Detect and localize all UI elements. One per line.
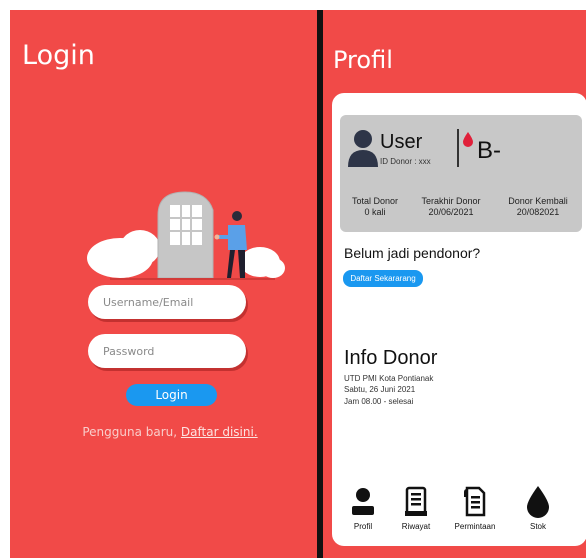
user-card: User ID Donor : xxx B- Total Donor 0 kal…: [340, 115, 582, 232]
user-name: User: [380, 131, 423, 153]
person-icon: [352, 488, 374, 515]
info-date: Sabtu, 26 Juni 2021: [344, 385, 416, 394]
stat-next-donor: Donor Kembali 20/082021: [498, 196, 578, 218]
stat-label: Donor Kembali: [508, 196, 568, 206]
nav-stok[interactable]: Stok: [512, 485, 564, 531]
stat-last-donor: Terakhir Donor 20/06/2021: [416, 196, 486, 218]
stat-total-donor: Total Donor 0 kali: [350, 196, 400, 218]
info-location: UTD PMI Kota Pontianak: [344, 374, 434, 383]
login-button[interactable]: Login: [126, 384, 217, 406]
stat-value: 20/082021: [516, 207, 560, 217]
password-input[interactable]: [103, 344, 246, 358]
nav-label: Riwayat: [401, 522, 431, 531]
profile-screen: Profil User ID Donor : xxx B- Total Dono…: [323, 10, 586, 558]
register-link[interactable]: Daftar disini.: [181, 425, 258, 439]
separator: [457, 129, 459, 167]
cta-question: Belum jadi pendonor?: [344, 245, 481, 261]
login-illustration: [87, 191, 285, 279]
receipt-icon: [405, 486, 427, 516]
password-field[interactable]: [88, 334, 246, 368]
username-field[interactable]: [88, 285, 246, 319]
nav-permintaan[interactable]: Permintaan: [449, 485, 501, 531]
donor-id: ID Donor : xxx: [380, 157, 431, 166]
login-screen: Login Login Pengguna baru, Daftar disini…: [10, 10, 317, 558]
avatar-icon: [348, 130, 378, 167]
stat-label: Terakhir Donor: [421, 196, 481, 206]
profile-title: Profil: [333, 46, 393, 74]
ground-line: [110, 278, 275, 280]
register-donor-button[interactable]: Daftar Sekararang: [343, 270, 423, 287]
nav-label: Stok: [529, 522, 546, 531]
username-input[interactable]: [103, 295, 246, 309]
nav-riwayat[interactable]: Riwayat: [390, 485, 442, 531]
stat-label: Total Donor: [351, 196, 399, 206]
blood-drop-icon: [463, 132, 473, 147]
document-icon: [464, 486, 486, 517]
nav-label: Profil: [353, 522, 373, 531]
info-title: Info Donor: [344, 347, 438, 369]
register-line: Pengguna baru, Daftar disini.: [10, 425, 317, 439]
stat-value: 0 kali: [364, 207, 386, 217]
blood-type: B-: [477, 137, 501, 164]
profile-card: User ID Donor : xxx B- Total Donor 0 kal…: [332, 93, 586, 546]
stat-value: 20/06/2021: [428, 207, 474, 217]
info-time: Jam 08.00 - selesai: [344, 397, 414, 406]
register-prefix: Pengguna baru,: [82, 425, 181, 439]
nav-label: Permintaan: [454, 522, 496, 531]
nav-profil[interactable]: Profil: [337, 485, 389, 531]
blood-drop-icon: [527, 486, 549, 518]
login-title: Login: [22, 40, 95, 71]
